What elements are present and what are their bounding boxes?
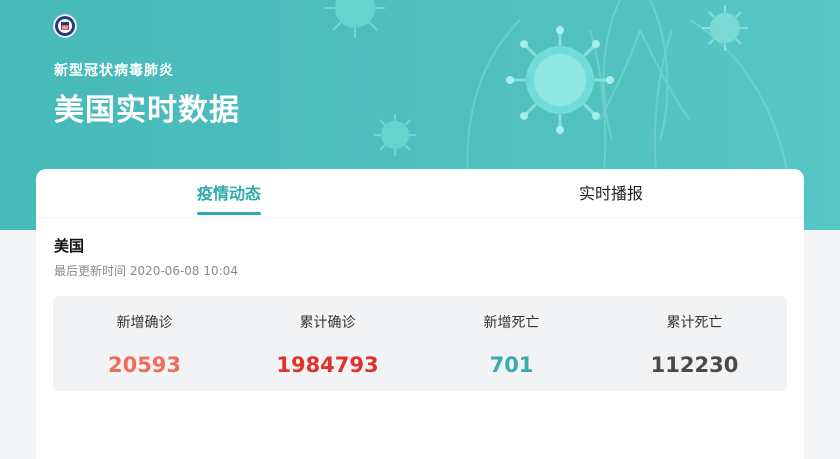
tab-bar: 疫情动态 实时播报 [36,169,804,218]
stat-total-deaths: 累计死亡 112230 [603,296,786,391]
virus-large [506,26,614,134]
stat-label: 新增确诊 [116,315,173,331]
stat-new-deaths: 新增死亡 701 [420,296,603,391]
stat-label: 累计死亡 [666,315,723,331]
tab-epidemic-news[interactable]: 疫情动态 [186,169,272,217]
stat-label: 新增死亡 [483,315,540,331]
stat-value: 112230 [650,353,739,377]
virus-small [374,114,416,156]
country-name: 美国 [54,237,85,255]
tab-live-report[interactable]: 实时播报 [568,169,654,217]
virus-right [702,5,748,51]
active-tab-indicator [197,212,261,215]
page-title: 美国实时数据 [54,93,240,128]
virus-medium [325,0,385,38]
page-subtitle: 新型冠状病毒肺炎 [54,63,174,79]
stat-value: 701 [489,353,534,377]
us-seal-icon [53,14,77,38]
stat-total-confirmed: 累计确诊 1984793 [236,296,419,391]
stat-label: 累计确诊 [299,315,356,331]
data-card: 疫情动态 实时播报 美国 最后更新时间 2020-06-08 10:04 新增确… [36,169,804,459]
stat-new-confirmed: 新增确诊 20593 [53,296,236,391]
stat-value: 1984793 [276,353,379,377]
stats-panel: 新增确诊 20593 累计确诊 1984793 新增死亡 701 累计死亡 11… [53,296,787,391]
stat-value: 20593 [107,353,182,377]
last-update-time: 最后更新时间 2020-06-08 10:04 [54,264,238,278]
